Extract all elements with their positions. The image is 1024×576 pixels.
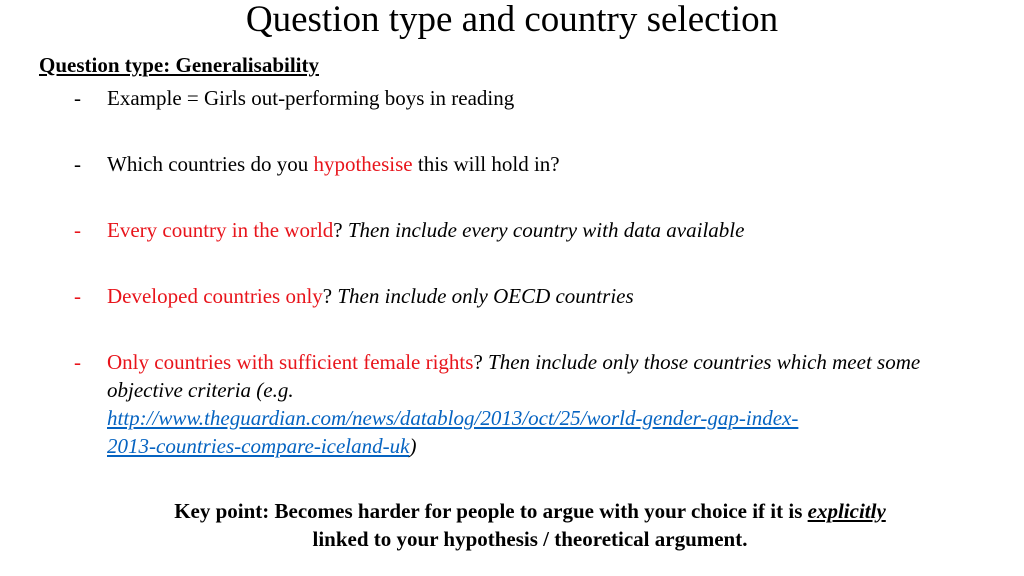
link-line-2: 2013-countries-compare-iceland-uk	[107, 434, 410, 458]
text-segment: Which countries do you	[107, 152, 314, 176]
key-point: Key point: Becomes harder for people to …	[0, 497, 1024, 553]
key-point-emphasis: explicitly	[807, 499, 886, 523]
question-mark: ?	[322, 284, 333, 308]
option-label: Developed countries only	[107, 284, 323, 308]
key-point-text: Key point: Becomes harder for people to …	[174, 499, 808, 523]
link-line-1: http://www.theguardian.com/news/datablog…	[107, 406, 799, 430]
bullet-dash: -	[74, 350, 81, 374]
question-type-heading: Question type: Generalisability	[39, 53, 319, 77]
closing-paren: )	[409, 434, 417, 458]
guardian-link[interactable]: http://www.theguardian.com/news/datablog…	[107, 406, 798, 458]
question-mark: ?	[473, 350, 483, 374]
bullet-dash: -	[74, 152, 81, 176]
option-guidance: Then include every country with data ava…	[342, 218, 745, 242]
option-guidance: Then include only OECD countries	[332, 284, 634, 308]
bullet-dash: -	[74, 284, 81, 308]
key-point-text-line2: linked to your hypothesis / theoretical …	[312, 527, 748, 551]
option-label: Only countries with sufficient female ri…	[107, 350, 474, 374]
bullet-text: Developed countries only? Then include o…	[107, 282, 967, 310]
highlight-hypothesise: hypothesise	[313, 152, 413, 176]
bullet-text: Every country in the world? Then include…	[107, 216, 967, 244]
question-mark: ?	[333, 218, 343, 242]
option-label: Every country in the world	[107, 218, 334, 242]
slide-title: Question type and country selection	[245, 0, 779, 40]
bullet-text: Which countries do you hypothesise this …	[107, 150, 967, 178]
bullet-text: Example = Girls out-performing boys in r…	[107, 86, 515, 110]
bullet-dash: -	[74, 86, 81, 110]
bullet-text: Only countries with sufficient female ri…	[107, 348, 957, 460]
text-segment: this will hold in?	[412, 152, 560, 176]
bullet-dash: -	[74, 218, 81, 242]
